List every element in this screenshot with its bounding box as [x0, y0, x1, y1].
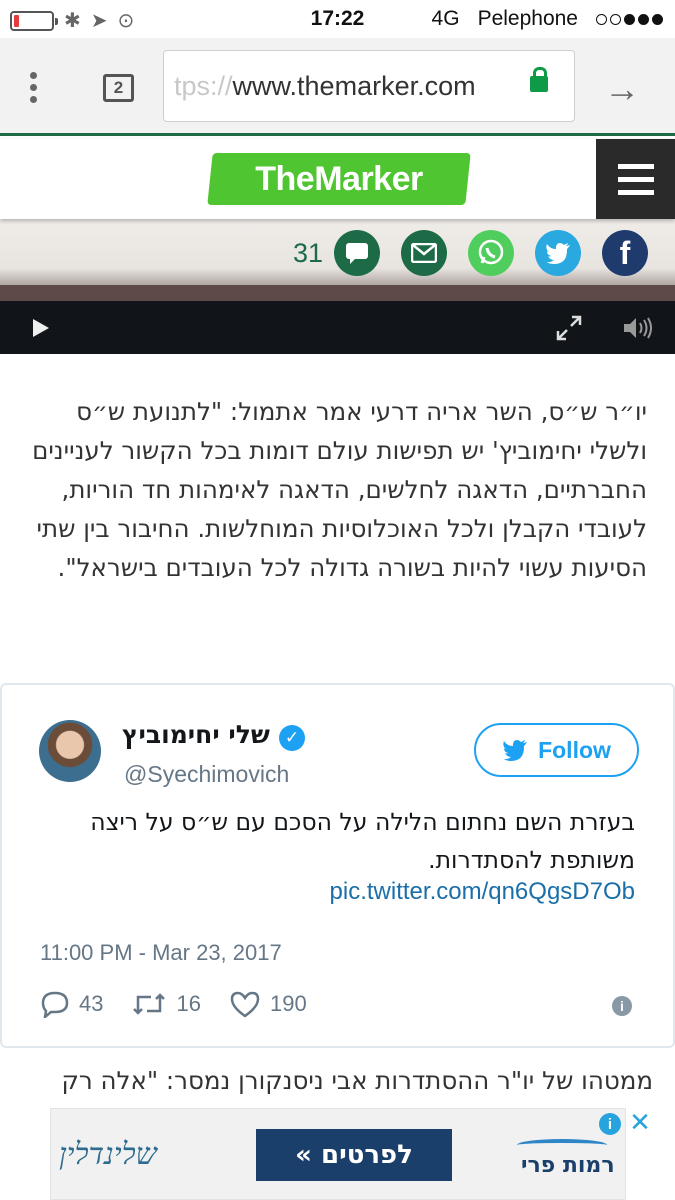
follow-button[interactable]: Follow: [474, 723, 639, 777]
menu-dot-icon: [30, 96, 37, 103]
avatar[interactable]: [39, 720, 101, 782]
reply-button[interactable]: 43: [40, 990, 103, 1018]
verified-badge-icon: ✓: [279, 725, 305, 751]
tweet-actions: 43 16 190: [40, 990, 335, 1018]
menu-line-icon: [617, 176, 654, 182]
status-bar: ✱ ➤ ⊙ 17:22 4G Pelephone: [0, 0, 675, 38]
whatsapp-icon: [478, 239, 504, 265]
url-host: www.themarker.com: [232, 70, 476, 101]
ad-brand-right: רמות פרי: [521, 1153, 615, 1178]
volume-icon[interactable]: [622, 316, 654, 340]
menu-dot-icon: [30, 84, 37, 91]
play-icon[interactable]: [33, 319, 49, 337]
lock-icon: [530, 67, 548, 92]
hamburger-menu-button[interactable]: [596, 139, 675, 219]
carrier-name: Pelephone: [477, 7, 578, 30]
twitter-bird-icon: [503, 740, 528, 761]
twitter-bird-icon: [546, 243, 570, 264]
envelope-icon: [411, 243, 437, 263]
email-share-button[interactable]: [401, 230, 447, 276]
tweet-media-link[interactable]: pic.twitter.com/qn6QgsD7Ob: [330, 878, 635, 906]
signal-dot: [638, 13, 649, 25]
share-count: 31: [292, 237, 323, 268]
tweet-timestamp[interactable]: 11:00 PM - Mar 23, 2017: [40, 940, 282, 966]
status-right: 4G Pelephone: [432, 7, 663, 31]
facebook-share-button[interactable]: f: [602, 230, 648, 276]
fullscreen-icon[interactable]: [555, 314, 583, 342]
like-button[interactable]: 190: [229, 990, 307, 1018]
tab-switcher-button[interactable]: 2: [103, 74, 134, 102]
tweet-author-name[interactable]: שלי יחימוביץ: [122, 720, 270, 749]
comment-bubble-icon: [346, 243, 368, 264]
tweet-author-handle[interactable]: @Syechimovich: [124, 761, 289, 788]
address-bar[interactable]: tps:// www.themarker.com: [163, 50, 575, 122]
ad-close-icon[interactable]: ✕: [627, 1109, 653, 1135]
ad-roof-logo-icon: [517, 1139, 607, 1151]
whatsapp-share-button[interactable]: [468, 230, 514, 276]
browser-toolbar: 2 tps:// www.themarker.com →: [0, 38, 675, 136]
reply-icon: [41, 991, 69, 1018]
signal-dot: [652, 13, 663, 25]
video-controls: [0, 301, 675, 354]
share-bar: 31 f: [293, 230, 648, 276]
article-next-line: ממטהו של יו"ר ההסתדרות אבי ניסנקורן נמסר…: [61, 1066, 653, 1095]
menu-line-icon: [617, 189, 654, 195]
logo-text: TheMarker: [255, 159, 423, 198]
like-count: 190: [269, 991, 307, 1016]
signal-dot: [596, 13, 607, 25]
browser-menu-button[interactable]: [30, 72, 37, 103]
ad-banner[interactable]: שלינדלין לפרטים » רמות פרי i ✕: [50, 1108, 651, 1200]
menu-line-icon: [617, 163, 654, 169]
facebook-f-icon: f: [619, 234, 631, 271]
article-paragraph: יו״ר ש״ס, השר אריה דרעי אמר אתמול: "לתנו…: [32, 397, 647, 582]
reply-count: 43: [79, 991, 104, 1016]
signal-dot: [624, 13, 635, 25]
network-type: 4G: [431, 7, 460, 30]
comments-button[interactable]: [334, 230, 380, 276]
retweet-button[interactable]: 16: [131, 991, 201, 1017]
ad-brand-left: שלינדלין: [59, 1137, 157, 1172]
signal-dot: [610, 13, 621, 25]
url-scheme: tps://: [174, 70, 233, 101]
ad-info-icon[interactable]: i: [599, 1113, 621, 1135]
tweet-text: בעזרת השם נחתום הלילה על הסכם עם ש״ס על …: [90, 808, 635, 874]
embedded-tweet[interactable]: שלי יחימוביץ ✓ @Syechimovich Follow בעזר…: [0, 683, 675, 1048]
site-logo[interactable]: TheMarker: [207, 153, 471, 205]
signal-strength-icon: [596, 13, 663, 25]
site-header: TheMarker: [0, 139, 675, 219]
menu-dot-icon: [30, 72, 37, 79]
tweet-info-icon[interactable]: i: [612, 996, 632, 1016]
video-image-bottom: [0, 285, 675, 301]
forward-arrow-icon[interactable]: →: [604, 68, 640, 110]
follow-label: Follow: [538, 736, 611, 763]
heart-icon: [230, 991, 260, 1018]
retweet-icon: [133, 993, 166, 1015]
retweet-count: 16: [176, 991, 201, 1016]
twitter-share-button[interactable]: [535, 230, 581, 276]
ad-details-button[interactable]: לפרטים »: [256, 1129, 452, 1181]
